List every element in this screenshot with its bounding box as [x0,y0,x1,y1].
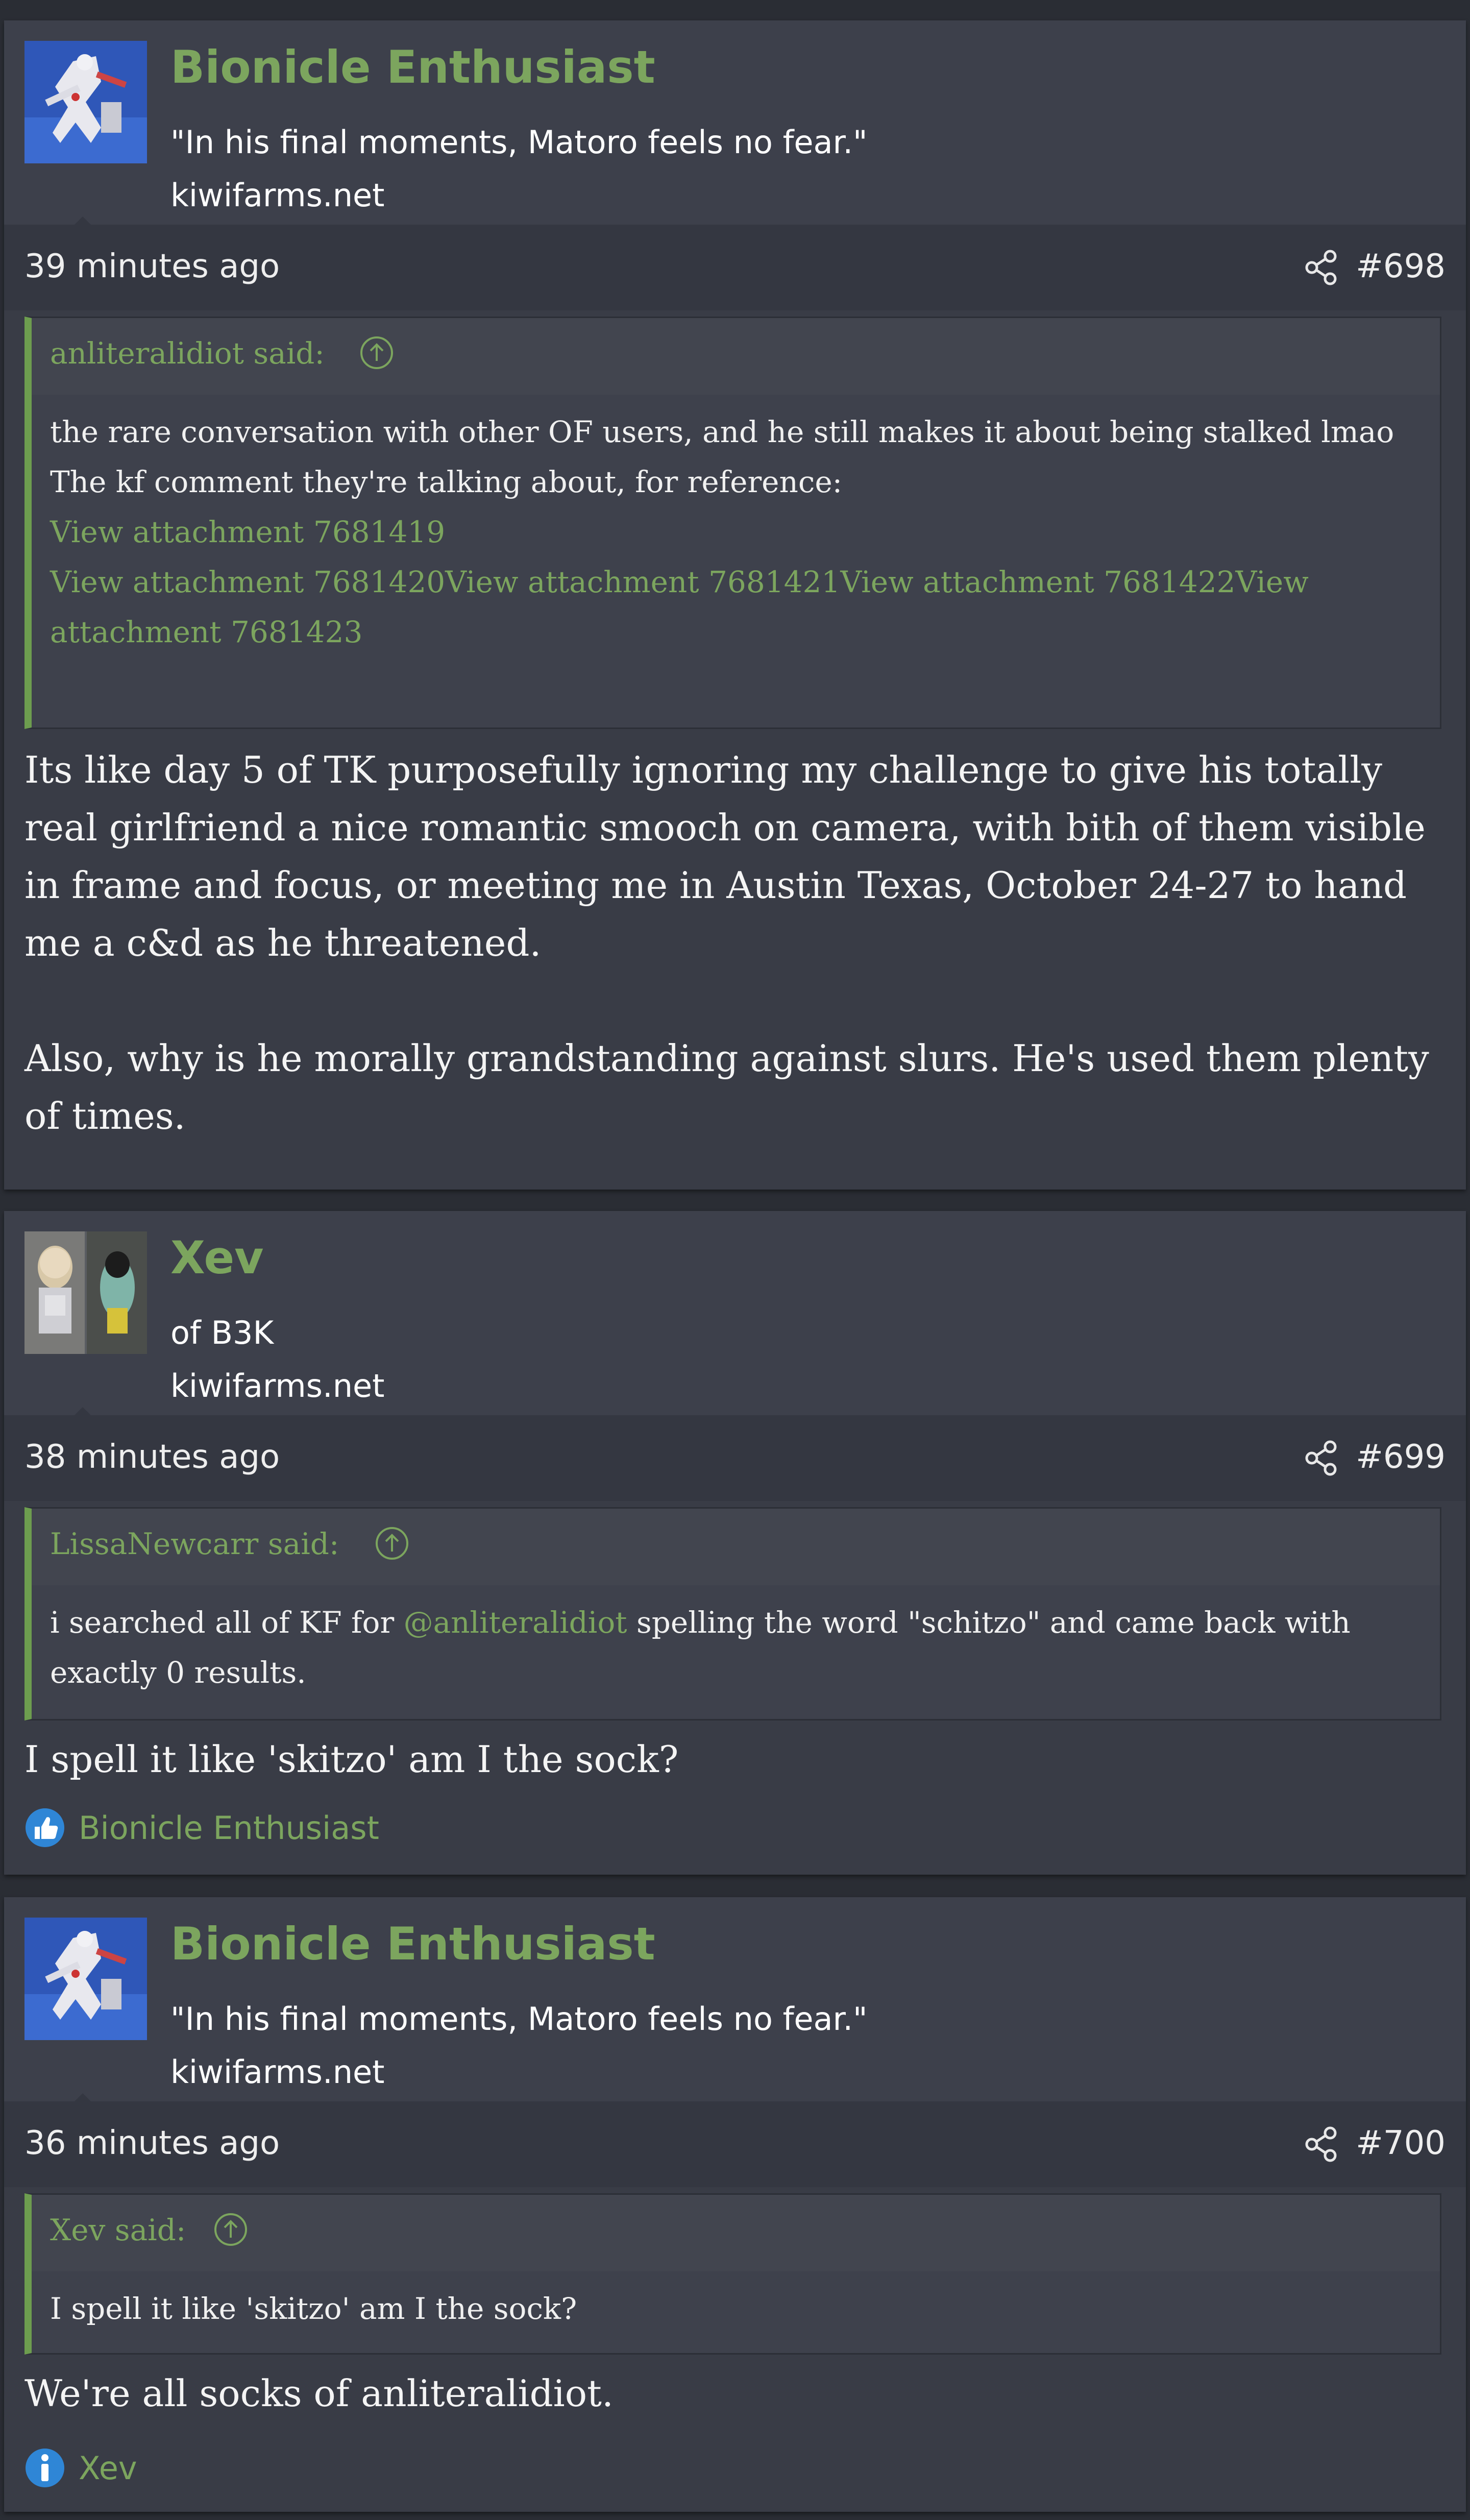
quote-header: Xev said: [32,2195,1440,2271]
post-meta-bar: 38 minutes ago #699 [4,1415,1466,1501]
post-message: Its like day 5 of TK purposefully ignori… [24,741,1454,1145]
user-mention[interactable]: @anliteralidiot [404,1605,627,1640]
reaction-user-link[interactable]: Xev [79,2453,137,2484]
go-to-quote-icon[interactable] [374,1525,410,1562]
post-header: Xev of B3K kiwifarms.net [4,1211,1466,1421]
share-icon[interactable] [1301,2124,1341,2165]
user-site: kiwifarms.net [170,2053,385,2091]
post-meta-bar: 36 minutes ago #700 [4,2101,1466,2187]
quote-line: I spell it like 'skitzo' am I the sock? [50,2291,577,2326]
post-header: Bionicle Enthusiast "In his final moment… [4,1897,1466,2107]
quote-author[interactable]: anliteralidiot said: [50,338,325,368]
user-site: kiwifarms.net [170,1367,385,1404]
post-number[interactable]: #698 [1356,250,1446,283]
message-paragraph: We're all socks of anliteralidiot. [24,2372,614,2415]
quote-header: anliteralidiot said: [32,318,1440,395]
quote-line: The kf comment they're talking about, fo… [50,465,843,499]
username[interactable]: Xev [170,1235,264,1280]
quote-block: anliteralidiot said: the rare conversati… [24,317,1441,729]
post-number[interactable]: #700 [1356,2127,1446,2160]
user-title: "In his final moments, Matoro feels no f… [170,2000,868,2038]
avatar[interactable] [24,41,147,163]
attachment-links[interactable]: View attachment 7681420View attachment 7… [50,557,1419,657]
reaction-user-link[interactable]: Bionicle Enthusiast [79,1812,379,1844]
post-header: Bionicle Enthusiast "In his final moment… [4,20,1466,231]
share-icon[interactable] [1301,247,1341,288]
avatar[interactable] [24,1918,147,2040]
post-number[interactable]: #699 [1356,1441,1446,1473]
post-700: Bionicle Enthusiast "In his final moment… [4,1897,1466,2512]
quote-line: the rare conversation with other OF user… [50,415,1394,449]
post-message: I spell it like 'skitzo' am I the sock? [24,1731,1454,1788]
quote-block: LissaNewcarr said: i searched all of KF … [24,1507,1441,1721]
post-meta-bar: 39 minutes ago #698 [4,225,1466,310]
like-icon [26,1808,64,1847]
quote-body: the rare conversation with other OF user… [32,395,1440,672]
post-message: We're all socks of anliteralidiot. [24,2365,1454,2422]
quote-text: i searched all of KF for [50,1605,404,1640]
quote-body: i searched all of KF for @anliteralidiot… [32,1585,1440,1713]
post-timestamp[interactable]: 38 minutes ago [24,1441,280,1473]
quote-line: i searched all of KF for @anliteralidiot… [50,1597,1419,1698]
post-timestamp[interactable]: 39 minutes ago [24,250,280,283]
username[interactable]: Bionicle Enthusiast [170,1922,655,1967]
attachment-link[interactable]: View attachment 7681419 [50,507,1419,557]
informative-icon [26,2449,64,2487]
quote-body: I spell it like 'skitzo' am I the sock? [32,2271,1440,2349]
message-paragraph: Its like day 5 of TK purposefully ignori… [24,748,1426,964]
user-title: "In his final moments, Matoro feels no f… [170,124,868,161]
quote-author[interactable]: LissaNewcarr said: [50,1529,339,1559]
quote-block: Xev said: I spell it like 'skitzo' am I … [24,2193,1441,2355]
message-paragraph: Also, why is he morally grandstanding ag… [24,1037,1429,1137]
quote-header: LissaNewcarr said: [32,1509,1440,1585]
paragraph-spacer [24,972,1454,1030]
post-timestamp[interactable]: 36 minutes ago [24,2127,280,2160]
user-site: kiwifarms.net [170,177,385,214]
share-icon[interactable] [1301,1438,1341,1479]
quote-author[interactable]: Xev said: [50,2215,186,2245]
message-paragraph: I spell it like 'skitzo' am I the sock? [24,1738,679,1781]
go-to-quote-icon[interactable] [358,334,395,371]
avatar[interactable] [24,1231,147,1354]
user-title: of B3K [170,1314,274,1351]
post-699: Xev of B3K kiwifarms.net 38 minutes ago … [4,1211,1466,1875]
username[interactable]: Bionicle Enthusiast [170,45,655,90]
go-to-quote-icon[interactable] [212,2211,249,2248]
post-698: Bionicle Enthusiast "In his final moment… [4,20,1466,1190]
